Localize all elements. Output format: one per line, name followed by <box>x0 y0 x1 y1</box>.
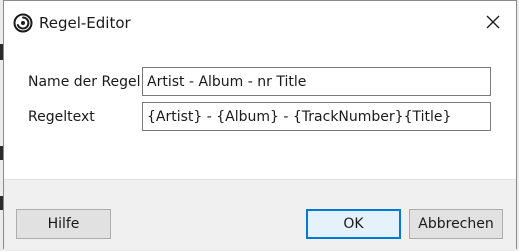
rule-text-label: Regeltext <box>28 109 95 125</box>
help-button[interactable]: Hilfe <box>16 209 111 239</box>
title-bar: Regel-Editor <box>4 1 516 43</box>
close-button[interactable] <box>478 9 508 37</box>
rule-editor-dialog: Regel-Editor Name der Regel Regeltext Hi… <box>3 0 517 249</box>
cancel-button[interactable]: Abbrechen <box>409 209 503 239</box>
dialog-title: Regel-Editor <box>39 14 131 32</box>
ok-button[interactable]: OK <box>306 209 401 239</box>
dialog-content: Name der Regel Regeltext <box>4 43 516 179</box>
close-icon <box>486 14 500 33</box>
rule-name-input[interactable] <box>142 67 491 96</box>
rule-text-input[interactable] <box>142 102 491 131</box>
rule-name-label: Name der Regel <box>28 74 141 90</box>
app-logo-icon <box>13 13 33 33</box>
dialog-footer: Hilfe OK Abbrechen <box>4 179 516 249</box>
